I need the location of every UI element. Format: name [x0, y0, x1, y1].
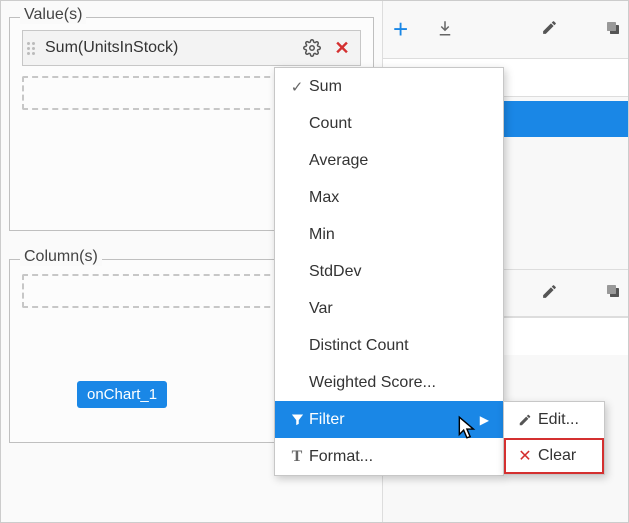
menu-item-format[interactable]: T Format...	[275, 438, 503, 475]
gear-icon[interactable]	[302, 38, 322, 58]
menu-item-max[interactable]: Max	[275, 179, 503, 216]
plus-icon[interactable]: +	[393, 14, 408, 45]
copy-icon[interactable]	[604, 19, 622, 41]
text-icon: T	[285, 448, 309, 466]
pencil-icon	[514, 413, 536, 427]
pencil-icon-2[interactable]	[541, 283, 558, 304]
chevron-right-icon: ▶	[480, 413, 489, 427]
menu-item-label: Count	[309, 115, 352, 133]
menu-item-label: Var	[309, 300, 333, 318]
menu-item-weighted-score[interactable]: Weighted Score...	[275, 364, 503, 401]
menu-item-filter[interactable]: Filter ▶	[275, 401, 503, 438]
menu-item-min[interactable]: Min	[275, 216, 503, 253]
menu-item-distinct-count[interactable]: Distinct Count	[275, 327, 503, 364]
submenu-item-label: Clear	[538, 447, 576, 465]
menu-item-label: Distinct Count	[309, 337, 409, 355]
menu-item-label: Format...	[309, 448, 373, 466]
menu-item-label: StdDev	[309, 263, 361, 281]
menu-item-label: Max	[309, 189, 339, 207]
values-section-label: Value(s)	[20, 6, 86, 24]
submenu-item-clear[interactable]: ✕ Clear	[504, 438, 604, 474]
menu-item-var[interactable]: Var	[275, 290, 503, 327]
submenu-item-edit[interactable]: Edit...	[504, 402, 604, 438]
toolbar-top: +	[383, 1, 628, 59]
menu-item-sum[interactable]: ✓ Sum	[275, 68, 503, 105]
check-icon: ✓	[285, 78, 309, 96]
menu-item-stddev[interactable]: StdDev	[275, 253, 503, 290]
menu-item-label: Average	[309, 152, 368, 170]
menu-item-average[interactable]: Average	[275, 142, 503, 179]
value-chip[interactable]: Sum(UnitsInStock) ✕	[22, 30, 361, 66]
chart-pill[interactable]: onChart_1	[77, 381, 167, 408]
filter-icon	[285, 412, 309, 427]
copy-icon-2[interactable]	[604, 282, 622, 304]
menu-item-label: Weighted Score...	[309, 374, 436, 392]
close-icon[interactable]: ✕	[332, 38, 352, 58]
filter-submenu: Edit... ✕ Clear	[503, 401, 605, 475]
import-icon[interactable]	[436, 19, 454, 41]
submenu-item-label: Edit...	[538, 411, 579, 429]
menu-item-label: Filter	[309, 411, 345, 429]
pencil-icon[interactable]	[541, 19, 558, 40]
aggregate-menu: ✓ Sum Count Average Max Min StdDev Var D…	[274, 67, 504, 476]
drag-handle-icon[interactable]	[27, 39, 39, 57]
close-icon: ✕	[514, 446, 536, 466]
columns-section-label: Column(s)	[20, 248, 102, 266]
value-chip-label: Sum(UnitsInStock)	[45, 39, 302, 57]
menu-item-label: Min	[309, 226, 335, 244]
menu-item-count[interactable]: Count	[275, 105, 503, 142]
menu-item-label: Sum	[309, 78, 342, 96]
